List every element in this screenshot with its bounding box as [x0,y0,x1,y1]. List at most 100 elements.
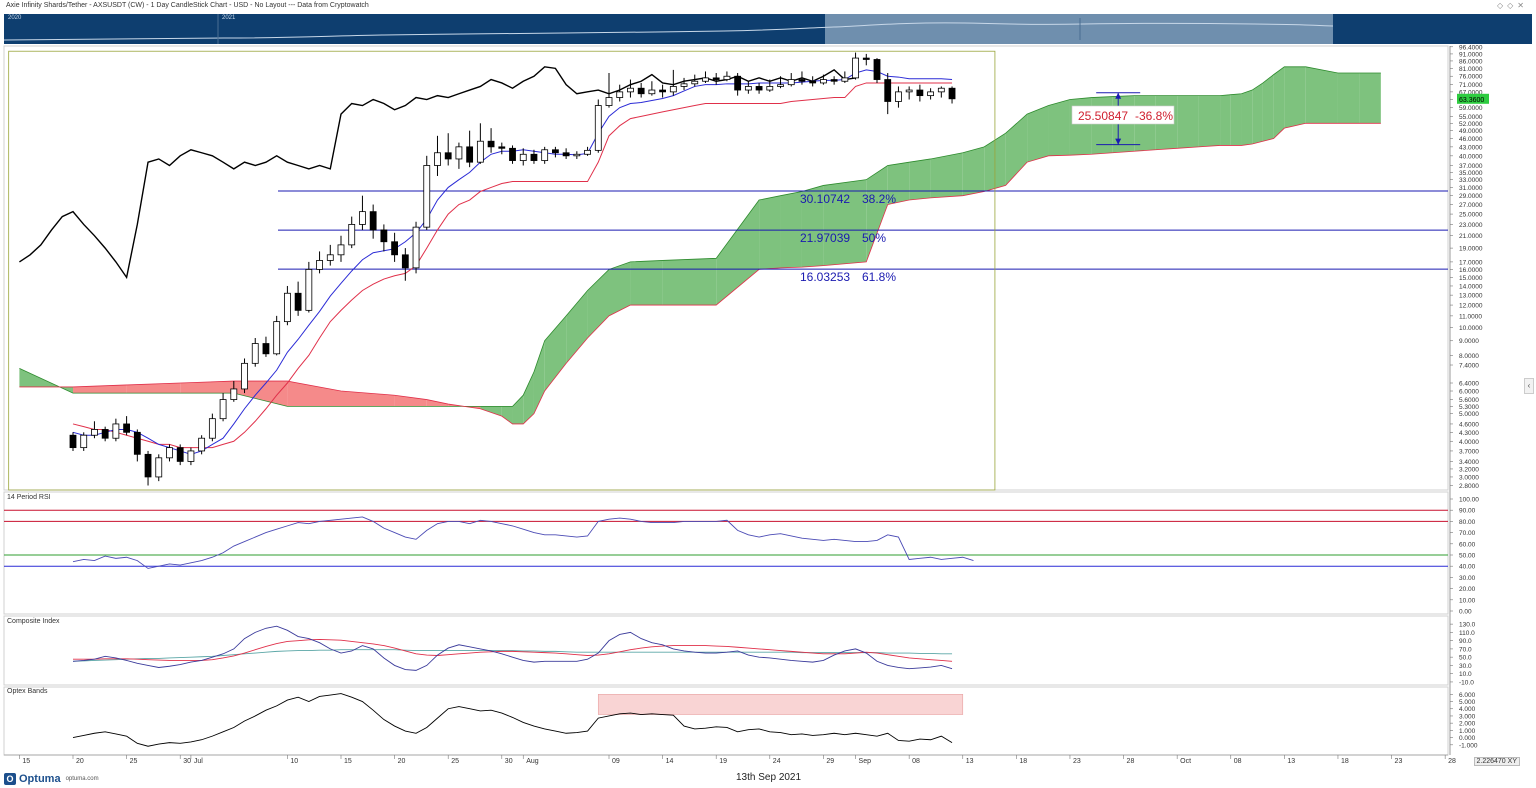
candle-down [391,241,399,256]
candle-up [112,423,120,439]
candle-down [916,89,924,97]
rsi-line [72,516,974,569]
cloud-segment-bullish [1177,95,1199,149]
price-tick-label: 52.0000 [1459,121,1483,128]
candle-up [519,153,527,161]
cloud-segment-bullish [1005,114,1028,186]
optex-tick-label: 6.000 [1459,692,1476,699]
optex-tick-label: 1.000 [1459,728,1476,735]
optex-tick-label: 5.000 [1459,699,1476,706]
candle-up [777,84,784,87]
composite-tick-label: 130.0 [1459,622,1476,629]
candle-down [809,80,817,84]
candle-up [627,87,634,93]
candle-up [455,146,463,160]
candle-up [219,399,227,420]
candle-up [584,149,591,155]
candle-down [401,254,409,269]
cloud-segment-bullish [1091,96,1113,155]
price-tick-label: 19.0000 [1459,246,1483,253]
rsi-tick-label: 80.00 [1459,519,1476,526]
price-tick-label: 3.0000 [1459,474,1479,481]
candle-up [852,57,859,79]
candle-down [262,343,270,355]
composite-index-line [72,625,953,671]
composite-pane-frame [3,615,1449,686]
candle-up [91,429,98,436]
optuma-logo: O Optuma optuma.com [4,773,99,785]
cloud-segment-bullish [909,158,931,201]
fib-level-value: 30.10742 [800,192,850,206]
candle-up [337,244,345,256]
candle-up [305,269,313,311]
cursor-value-readout[interactable]: 2.226470 XY [1473,757,1520,766]
candle-down [830,79,838,82]
chart-canvas[interactable]: 30.10742 38.2% 21.97039 50% 16.03253 61.8% 25.… [0,0,1536,788]
composite-tick-label: 110.0 [1459,630,1475,637]
candle-up [787,79,795,86]
cloud-segment-bullish [609,261,631,316]
price-tick-label: 6.4000 [1459,381,1479,388]
measure-percent: -36.8% [1135,109,1173,123]
candle-down [466,146,474,163]
candle-up [208,418,216,439]
collapse-panel-icon[interactable]: ‹ [1524,378,1534,394]
cloud-segment-bullish [662,258,717,306]
price-tick-label: 33.0000 [1459,177,1483,184]
price-tick-label: 31.0000 [1459,185,1483,192]
price-tick-label: 46.0000 [1459,136,1483,143]
price-tick-label: 17.0000 [1459,259,1483,266]
candle-down [530,153,538,161]
price-tick-label: 86.0000 [1459,58,1483,65]
cloud-segment-bullish [1305,66,1338,124]
optex-tick-label: -1.000 [1459,742,1478,749]
candle-down [712,77,720,80]
rsi-tick-label: 50.00 [1459,553,1476,560]
candle-down [369,211,377,231]
cloud-segment-bullish [759,195,781,270]
composite-tick-label: 10.0 [1459,671,1472,678]
xy-toggle[interactable]: XY [1508,758,1517,765]
composite-tick-label: -10.0 [1459,679,1474,686]
candle-up [359,211,366,225]
rsi-tick-label: 20.00 [1459,586,1476,593]
price-tick-label: 4.3000 [1459,430,1479,437]
price-tick-label: 91.0000 [1459,51,1483,58]
candle-up [251,343,259,364]
rsi-tick-label: 40.00 [1459,564,1476,571]
cloud-segment-bullish [1262,74,1274,142]
cloud-segment-bullish [962,146,985,196]
cloud-segment-bullish [1027,105,1049,163]
candle-down [380,229,388,243]
price-tick-label: 11.0000 [1459,313,1482,320]
candle-down [176,447,184,462]
fib-level-percent: 61.8% [862,270,896,284]
cloud-segment-bullish [1198,95,1221,147]
candle-up [937,87,945,93]
candle-down [552,149,559,154]
optex-tick-label: 3.000 [1459,713,1476,720]
price-tick-label: 5.0000 [1459,411,1479,418]
chart-date: 13th Sep 2021 [736,772,802,783]
cloud-segment-bullish [630,260,663,306]
composite-tick-label: 30.0 [1459,663,1472,670]
candle-up [434,152,441,166]
candle-up [594,105,602,151]
price-tick-label: 49.0000 [1459,128,1483,135]
composite-tick-label: 70.0 [1459,646,1472,653]
last-price-label: 63.3600 [1459,97,1484,104]
candle-down [862,57,870,60]
price-tick-label: 3.2000 [1459,466,1479,473]
candle-down [659,89,666,93]
composite-pane-title: Composite Index [7,618,60,625]
rsi-tick-label: 100.00 [1459,497,1479,504]
cloud-segment-bullish [1241,90,1253,146]
logo-site: optuma.com [65,776,99,782]
price-tick-label: 96.4000 [1459,44,1483,51]
price-tick-label: 12.0000 [1459,303,1483,310]
candle-up [241,362,248,390]
cloud-segment-bullish [501,406,513,424]
cursor-value: 2.226470 [1476,758,1506,765]
footer: O Optuma optuma.com 13th Sep 2021 2.2264… [0,756,1536,788]
candle-down [873,59,881,80]
